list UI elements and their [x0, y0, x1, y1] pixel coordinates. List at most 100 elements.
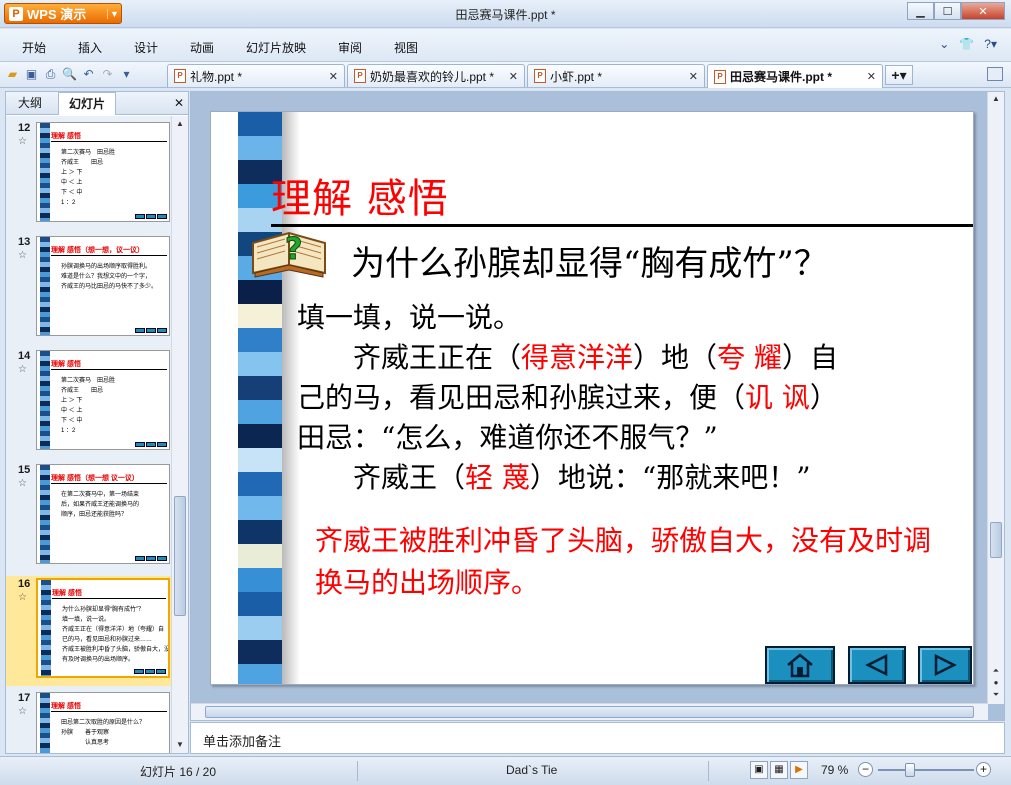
tab-slides[interactable]: 幻灯片	[58, 92, 117, 115]
slide-thumbnail[interactable]: 16 ☆ 理解 感悟 为什么孙膑却显得“胸有成竹”？ 填一填，说一说。 齐威王正在（得意洋…	[6, 576, 172, 686]
home-nav-button[interactable]	[765, 646, 835, 684]
thumbnail-text-line: 1 ：2	[61, 428, 76, 434]
scroll-thumb[interactable]	[990, 522, 1002, 558]
zoom-slider-knob[interactable]	[905, 763, 915, 777]
status-bar: 幻灯片 16 / 20 Dad`s Tie ▣ ▦ ▶ 79 % − +	[0, 756, 1011, 785]
home-icon	[787, 653, 813, 678]
thumbnail-divider	[51, 369, 167, 370]
scroll-down-icon[interactable]: ▼	[172, 737, 188, 753]
thumbnail-scrollbar[interactable]: ▲ ▼	[171, 116, 188, 753]
current-slide[interactable]: 理解 感悟 ? 为什么孙膑却显得“胸有成竹”？ 填一填，说一说。 齐威王正在（得…	[210, 111, 974, 685]
menu-view[interactable]: 视图	[394, 39, 418, 56]
thumbnail-number: 13	[18, 236, 31, 248]
minimize-button[interactable]: ▁	[907, 2, 934, 20]
doc-tab-3[interactable]: P 小虾.ppt * ✕	[527, 64, 705, 87]
slide-question[interactable]: 为什么孙膑却显得“胸有成竹”？	[351, 236, 828, 285]
menu-slideshow[interactable]: 幻灯片放映	[246, 39, 306, 56]
normal-view-icon[interactable]: ▣	[750, 761, 768, 779]
customize-toolbar-icon[interactable]: ▾	[118, 66, 135, 83]
thumbnail-text-line: 齐威王的马比田忌的马快不了多少。	[61, 284, 158, 290]
slide-thumbnail[interactable]: 15 ☆ 理解 感悟（想一想 议一议） 在第二次赛马中，第一场结束 后，如果齐威王还能调…	[6, 462, 172, 572]
open-folder-icon[interactable]: ▰	[4, 66, 21, 83]
thumbnail-nav-mark	[146, 214, 156, 219]
slide-title[interactable]: 理解 感悟	[271, 166, 449, 224]
undo-icon[interactable]: ↶	[80, 66, 97, 83]
zoom-in-button[interactable]: +	[976, 762, 991, 777]
slide-sorter-icon[interactable]: ▦	[770, 761, 788, 779]
ribbon-collapse-icon[interactable]: ⌄	[939, 37, 949, 51]
previous-slide-button[interactable]	[848, 646, 906, 684]
close-tab-icon[interactable]: ✕	[509, 70, 518, 83]
skin-shirt-icon[interactable]: 👕	[959, 37, 974, 51]
close-window-button[interactable]: ✕	[961, 2, 1005, 20]
thumbnail-preview: 理解 感悟（想一想 议一议） 在第二次赛马中，第一场结束 后，如果齐威王还能调换马的…	[36, 464, 170, 564]
next-page-icon[interactable]: ⏷	[988, 688, 1004, 702]
scroll-thumb[interactable]	[205, 706, 974, 718]
tab-list-icon[interactable]	[987, 67, 1003, 81]
close-tab-icon[interactable]: ✕	[689, 70, 698, 83]
thumbnail-text-line: 为什么孙膑却显得“胸有成竹”？	[62, 607, 144, 613]
menu-home[interactable]: 开始	[22, 39, 46, 56]
slide-conclusion[interactable]: 齐威王被胜利冲昏了头脑，骄傲自大，没有及时调换马的出场顺序。	[315, 520, 955, 604]
maximize-button[interactable]: ☐	[934, 2, 961, 20]
menu-insert[interactable]: 插入	[78, 39, 102, 56]
thumbnail-nav-mark	[146, 556, 156, 561]
slideshow-view-icon[interactable]: ▶	[790, 761, 808, 779]
thumbnail-text-line: 顺序，田忌还能获胜吗？	[61, 512, 128, 518]
thumbnail-nav-buttons	[135, 556, 167, 561]
body-text: ）自	[781, 341, 838, 374]
body-text: ）地（	[633, 341, 718, 374]
thumbnail-title: 理解 感悟	[51, 361, 81, 368]
doc-tab-2[interactable]: P 奶奶最喜欢的铃儿.ppt * ✕	[347, 64, 525, 87]
thumbnail-nav-mark	[135, 442, 145, 447]
thumbnail-text-line: 孙膑调换马的出场顺序取得胜利。	[61, 264, 152, 270]
slide-thumbnail[interactable]: 17 ☆ 理解 感悟 田忌第二次取胜的原因是什么？ 孙膑 善于观察 认真思考	[6, 690, 172, 753]
thumbnail-text-line: 下 ＜ 中	[61, 190, 83, 196]
zoom-slider-track[interactable]	[878, 769, 974, 771]
stripe-segment	[238, 448, 282, 472]
menu-animation[interactable]: 动画	[190, 39, 214, 56]
thumbnail-text-line: 认真思考	[61, 740, 110, 746]
editor-vertical-scrollbar[interactable]: ▲ ⏶ ● ⏷	[987, 92, 1004, 704]
close-tab-icon[interactable]: ✕	[867, 70, 876, 83]
redo-icon[interactable]: ↷	[99, 66, 116, 83]
doc-tab-label: 奶奶最喜欢的铃儿.ppt *	[370, 69, 495, 84]
zoom-out-button[interactable]: −	[858, 762, 873, 777]
thumbnail-nav-mark	[157, 328, 167, 333]
save-icon[interactable]: ▣	[23, 66, 40, 83]
new-tab-button[interactable]: +▾	[885, 65, 913, 85]
status-divider	[708, 761, 709, 781]
next-slide-button[interactable]	[918, 646, 972, 684]
doc-tab-label: 田忌赛马课件.ppt *	[730, 70, 832, 84]
body-text: ）地说：“那就来吧！”	[529, 461, 811, 494]
thumbnail-number: 16	[18, 578, 31, 590]
thumbnail-stripe	[40, 693, 50, 753]
thumbnail-text-line: 有及时调换马的出场顺序。	[62, 657, 135, 663]
scroll-up-icon[interactable]: ▲	[172, 116, 188, 132]
close-tab-icon[interactable]: ✕	[329, 70, 338, 83]
menu-review[interactable]: 审阅	[338, 39, 362, 56]
help-icon[interactable]: ?▾	[984, 37, 997, 51]
doc-tab-1[interactable]: P 礼物.ppt * ✕	[167, 64, 345, 87]
print-icon[interactable]: ⎙	[42, 66, 59, 83]
editor-horizontal-scrollbar[interactable]	[191, 703, 988, 720]
notes-pane[interactable]: 单击添加备注	[190, 722, 1005, 754]
thumbnail-divider	[51, 483, 167, 484]
status-divider	[357, 761, 358, 781]
slide-thumbnail[interactable]: 13 ☆ 理解 感悟（想一想，议一议） 孙膑调换马的出场顺序取得胜利。 难道是什么？我想…	[6, 234, 172, 344]
tab-outline[interactable]: 大纲	[8, 92, 52, 115]
slide-thumbnail[interactable]: 12 ☆ 理解 感悟 第二次赛马 田忌胜 齐威王 田忌上 ＞ 下中 ＜ 上下 ＜ 中 1 …	[6, 120, 172, 230]
question-book-icon: ?	[252, 232, 326, 278]
doc-tab-active[interactable]: P 田忌赛马课件.ppt * ✕	[707, 64, 883, 88]
scroll-thumb[interactable]	[174, 496, 186, 616]
slide-thumbnail[interactable]: 14 ☆ 理解 感悟 第二次赛马 田忌胜 齐威王 田忌上 ＞ 下中 ＜ 上下 ＜ 中 1 …	[6, 348, 172, 458]
stripe-segment	[238, 664, 282, 684]
menu-design[interactable]: 设计	[134, 39, 158, 56]
scroll-up-icon[interactable]: ▲	[988, 92, 1004, 106]
slide-body-text[interactable]: 填一填，说一说。 齐威王正在（得意洋洋）地（夸 耀）自 己的马，看见田忌和孙膑过…	[297, 298, 967, 498]
animation-star-icon: ☆	[18, 364, 27, 375]
close-panel-icon[interactable]: ✕	[174, 96, 184, 110]
thumbnail-text-line: 下 ＜ 中	[61, 418, 83, 424]
print-preview-icon[interactable]: 🔍	[61, 66, 78, 83]
thumbnail-nav-buttons	[135, 214, 167, 219]
